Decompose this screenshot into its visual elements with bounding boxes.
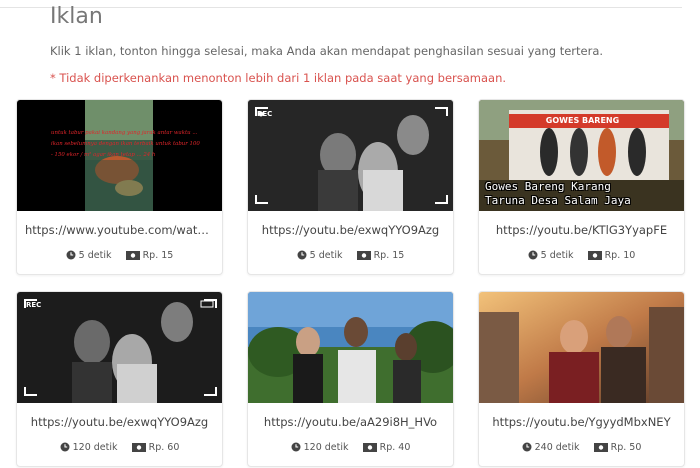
ad-meta: 240 detik Rp. 50 bbox=[479, 442, 684, 453]
ad-reward: Rp. 10 bbox=[604, 250, 636, 261]
thumbnail-caption-1: Gowes Bareng Karang bbox=[485, 180, 611, 193]
ad-duration: 120 detik bbox=[72, 442, 118, 453]
ad-url[interactable]: https://youtu.be/KTlG3YyapFE bbox=[479, 223, 684, 237]
ad-reward: Rp. 15 bbox=[142, 250, 174, 261]
ad-reward: Rp. 50 bbox=[610, 442, 642, 453]
page-title: Iklan bbox=[50, 4, 103, 29]
ad-meta: 120 detik Rp. 60 bbox=[17, 442, 222, 453]
money-icon bbox=[356, 251, 371, 260]
clock-icon bbox=[66, 250, 76, 260]
clock-icon bbox=[60, 442, 70, 452]
warning-notice: * Tidak diperkenankan menonton lebih dar… bbox=[50, 71, 507, 85]
ad-duration: 5 detik bbox=[540, 250, 574, 261]
money-icon bbox=[125, 251, 140, 260]
banner-text: GOWES BARENG bbox=[545, 116, 620, 125]
ad-url[interactable]: https://youtu.be/YgyydMbxNEY bbox=[479, 415, 684, 429]
thumbnail-caption-2: Taruna Desa Salam Jaya bbox=[485, 194, 631, 207]
money-icon bbox=[593, 443, 608, 452]
ad-duration: 120 detik bbox=[303, 442, 349, 453]
ad-duration: 240 detik bbox=[534, 442, 580, 453]
ad-reward: Rp. 15 bbox=[373, 250, 405, 261]
clock-icon bbox=[291, 442, 301, 452]
rec-badge: REC bbox=[26, 301, 42, 309]
ad-card[interactable]: REC https://youtu.be/exwqYYO9Azg 120 det… bbox=[16, 291, 223, 467]
money-icon bbox=[587, 251, 602, 260]
ad-duration: 5 detik bbox=[78, 250, 112, 261]
thumbnail-text: untuk tabur pakai kandang yang jarak ant… bbox=[51, 130, 200, 158]
clock-icon bbox=[528, 250, 538, 260]
ad-card[interactable]: https://youtu.be/YgyydMbxNEY 240 detik R… bbox=[478, 291, 685, 467]
ad-thumbnail[interactable]: REC bbox=[17, 292, 222, 403]
ad-thumbnail[interactable]: REC bbox=[248, 100, 453, 211]
ad-meta: 5 detik Rp. 10 bbox=[479, 250, 684, 261]
ad-duration: 5 detik bbox=[309, 250, 343, 261]
ad-meta: 5 detik Rp. 15 bbox=[17, 250, 222, 261]
ad-reward: Rp. 60 bbox=[148, 442, 180, 453]
ad-thumbnail[interactable]: GOWES BARENG Gowes Bareng Karang Taruna … bbox=[479, 100, 684, 211]
ad-thumbnail[interactable] bbox=[248, 292, 453, 403]
ad-url[interactable]: https://www.youtube.com/watch?v=... bbox=[17, 223, 222, 237]
ad-card[interactable]: untuk tabur pakai kandang yang jarak ant… bbox=[16, 99, 223, 275]
ad-meta: 120 detik Rp. 40 bbox=[248, 442, 453, 453]
ad-meta: 5 detik Rp. 15 bbox=[248, 250, 453, 261]
money-icon bbox=[131, 443, 146, 452]
ad-card[interactable]: REC https://youtu.be/exwqYYO9Azg 5 detik… bbox=[247, 99, 454, 275]
ad-card[interactable]: GOWES BARENG Gowes Bareng Karang Taruna … bbox=[478, 99, 685, 275]
page-description: Klik 1 iklan, tonton hingga selesai, mak… bbox=[50, 44, 604, 58]
ad-thumbnail[interactable]: untuk tabur pakai kandang yang jarak ant… bbox=[17, 100, 222, 211]
ad-url[interactable]: https://youtu.be/aA29i8H_HVo bbox=[248, 415, 453, 429]
rec-badge: REC bbox=[257, 110, 273, 118]
ad-thumbnail[interactable] bbox=[479, 292, 684, 403]
ad-url[interactable]: https://youtu.be/exwqYYO9Azg bbox=[17, 415, 222, 429]
clock-icon bbox=[297, 250, 307, 260]
ad-reward: Rp. 40 bbox=[379, 442, 411, 453]
ad-url[interactable]: https://youtu.be/exwqYYO9Azg bbox=[248, 223, 453, 237]
money-icon bbox=[362, 443, 377, 452]
clock-icon bbox=[522, 442, 532, 452]
ad-card[interactable]: https://youtu.be/aA29i8H_HVo 120 detik R… bbox=[247, 291, 454, 467]
